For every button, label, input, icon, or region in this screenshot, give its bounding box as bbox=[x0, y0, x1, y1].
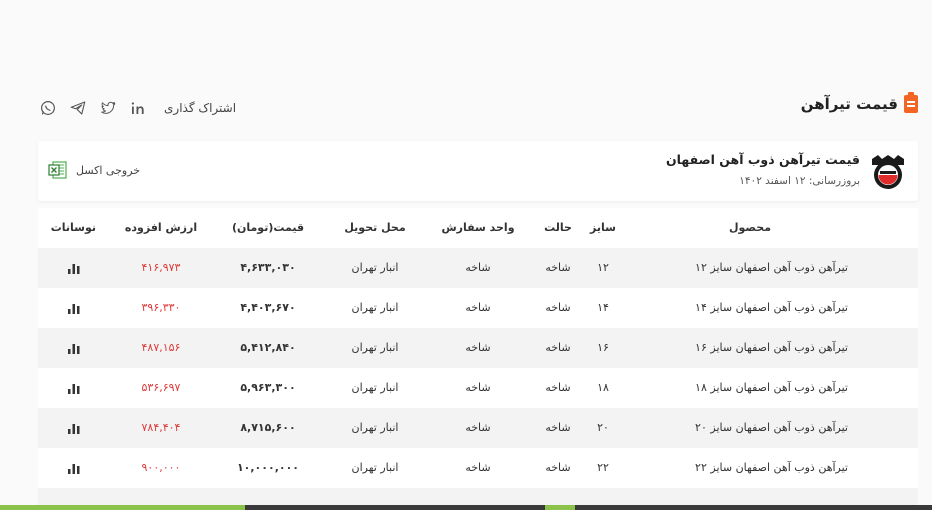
product-cell[interactable]: تیرآهن ذوب آهن اصفهان سایز ۲۲ bbox=[648, 448, 848, 488]
clipboard-icon bbox=[904, 92, 918, 113]
excel-label: خروجی اکسل bbox=[76, 163, 141, 177]
location-cell: انبار تهران bbox=[351, 301, 399, 314]
price-cell: ۸,۷۱۵,۶۰۰ bbox=[240, 421, 296, 434]
excel-export-button[interactable]: خروجی اکسل bbox=[48, 160, 140, 180]
size-cell: ۱۸ bbox=[597, 381, 609, 394]
price-cell: ۴,۶۳۳,۰۳۰ bbox=[240, 261, 296, 274]
chart-button[interactable] bbox=[52, 248, 96, 288]
table-row[interactable]: تیرآهن ذوب آهن اصفهان سایز ۱۴ ۱۴ شاخه شا… bbox=[38, 288, 918, 328]
title-wrap: قیمت تیرآهن bbox=[800, 92, 918, 113]
col-state: حالت bbox=[544, 221, 572, 234]
esfahan-steel-logo bbox=[868, 151, 908, 191]
state-cell: شاخه bbox=[545, 461, 571, 474]
bar-chart-icon bbox=[68, 424, 80, 434]
state-cell: شاخه bbox=[545, 341, 571, 354]
price-cell: ۴,۴۰۳,۶۷۰ bbox=[240, 301, 296, 314]
table-header: محصول سایز حالت واحد سفارش محل تحویل قیم… bbox=[38, 208, 918, 248]
bar-chart-icon bbox=[68, 464, 80, 474]
product-cell[interactable]: تیرآهن ذوب آهن اصفهان سایز ۱۴ bbox=[648, 288, 848, 328]
unit-cell: شاخه bbox=[465, 381, 491, 394]
bar-chart-icon bbox=[68, 344, 80, 354]
progress-strip-segment bbox=[0, 505, 245, 510]
page-title: قیمت تیرآهن bbox=[800, 95, 898, 113]
page-header: قیمت تیرآهن اشتراک گذاری bbox=[38, 92, 918, 123]
location-cell: انبار تهران bbox=[351, 261, 399, 274]
vat-cell: ۴۱۶,۹۷۳ bbox=[141, 261, 181, 274]
state-cell: شاخه bbox=[545, 421, 571, 434]
unit-cell: شاخه bbox=[465, 461, 491, 474]
bar-chart-icon bbox=[68, 264, 80, 274]
size-cell: ۲۲ bbox=[597, 461, 609, 474]
state-cell: شاخه bbox=[545, 381, 571, 394]
unit-cell: شاخه bbox=[465, 301, 491, 314]
price-cell: ۵,۹۶۳,۳۰۰ bbox=[240, 381, 296, 394]
col-chart: نوسانات bbox=[50, 221, 96, 234]
state-cell: شاخه bbox=[545, 301, 571, 314]
chart-button[interactable] bbox=[52, 368, 96, 408]
product-cell[interactable]: تیرآهن ذوب آهن اصفهان سایز ۱۸ bbox=[648, 368, 848, 408]
size-cell: ۱۴ bbox=[597, 301, 609, 314]
vat-cell: ۴۸۷,۱۵۶ bbox=[141, 341, 181, 354]
share-label: اشتراک گذاری bbox=[164, 101, 237, 115]
table-row[interactable]: تیرآهن ذوب آهن اصفهان سایز ۲۲ ۲۲ شاخه شا… bbox=[38, 448, 918, 488]
chart-button[interactable] bbox=[52, 408, 96, 448]
progress-strip bbox=[0, 505, 932, 510]
share-bar: اشتراک گذاری bbox=[38, 98, 236, 118]
product-card: قیمت تیرآهن ذوب آهن اصفهان بروزرسانی: ۱۲… bbox=[38, 141, 918, 201]
unit-cell: شاخه bbox=[465, 341, 491, 354]
twitter-icon[interactable] bbox=[98, 98, 118, 118]
col-location: محل تحویل bbox=[344, 221, 406, 234]
vat-cell: ۷۸۴,۴۰۴ bbox=[141, 421, 181, 434]
col-price: قیمت(تومان) bbox=[231, 221, 305, 234]
col-product: محصول bbox=[728, 221, 772, 234]
location-cell: انبار تهران bbox=[351, 421, 399, 434]
bar-chart-icon bbox=[68, 304, 80, 314]
chart-button[interactable] bbox=[52, 448, 96, 488]
location-cell: انبار تهران bbox=[351, 381, 399, 394]
price-cell: ۵,۴۱۲,۸۴۰ bbox=[240, 341, 296, 354]
table-row[interactable]: تیرآهن ذوب آهن اصفهان سایز ۱۶ ۱۶ شاخه شا… bbox=[38, 328, 918, 368]
price-table: محصول سایز حالت واحد سفارش محل تحویل قیم… bbox=[38, 208, 918, 508]
chart-button[interactable] bbox=[52, 328, 96, 368]
col-unit: واحد سفارش bbox=[441, 221, 515, 234]
size-cell: ۱۶ bbox=[597, 341, 609, 354]
product-cell[interactable]: تیرآهن ذوب آهن اصفهان سایز ۱۲ bbox=[648, 248, 848, 288]
updated-date: بروزرسانی: ۱۲ اسفند ۱۴۰۲ bbox=[739, 175, 860, 187]
price-cell: ۱۰,۰۰۰,۰۰۰ bbox=[236, 461, 300, 474]
size-cell: ۲۰ bbox=[597, 421, 609, 434]
table-row[interactable]: تیرآهن ذوب آهن اصفهان سایز ۱۸ ۱۸ شاخه شا… bbox=[38, 368, 918, 408]
vat-cell: ۳۹۶,۳۳۰ bbox=[141, 301, 181, 314]
location-cell: انبار تهران bbox=[351, 461, 399, 474]
chart-button[interactable] bbox=[52, 288, 96, 328]
col-vat: ارزش افزوده bbox=[124, 221, 198, 234]
linkedin-icon[interactable] bbox=[128, 98, 148, 118]
telegram-icon[interactable] bbox=[68, 98, 88, 118]
table-row[interactable]: تیرآهن ذوب آهن اصفهان سایز ۲۰ ۲۰ شاخه شا… bbox=[38, 408, 918, 448]
col-size: سایز bbox=[590, 221, 616, 234]
whatsapp-icon[interactable] bbox=[38, 98, 58, 118]
progress-strip-segment bbox=[545, 505, 575, 510]
vat-cell: ۹۰۰,۰۰۰ bbox=[141, 461, 181, 474]
bar-chart-icon bbox=[68, 384, 80, 394]
state-cell: شاخه bbox=[545, 261, 571, 274]
product-cell[interactable]: تیرآهن ذوب آهن اصفهان سایز ۱۶ bbox=[648, 328, 848, 368]
product-name: قیمت تیرآهن ذوب آهن اصفهان bbox=[665, 152, 860, 167]
table-row[interactable]: تیرآهن ذوب آهن اصفهان سایز ۱۲ ۱۲ شاخه شا… bbox=[38, 248, 918, 288]
size-cell: ۱۲ bbox=[597, 261, 609, 274]
unit-cell: شاخه bbox=[465, 421, 491, 434]
unit-cell: شاخه bbox=[465, 261, 491, 274]
product-cell[interactable]: تیرآهن ذوب آهن اصفهان سایز ۲۰ bbox=[648, 408, 848, 448]
vat-cell: ۵۳۶,۶۹۷ bbox=[141, 381, 181, 394]
location-cell: انبار تهران bbox=[351, 341, 399, 354]
excel-icon bbox=[48, 160, 68, 180]
